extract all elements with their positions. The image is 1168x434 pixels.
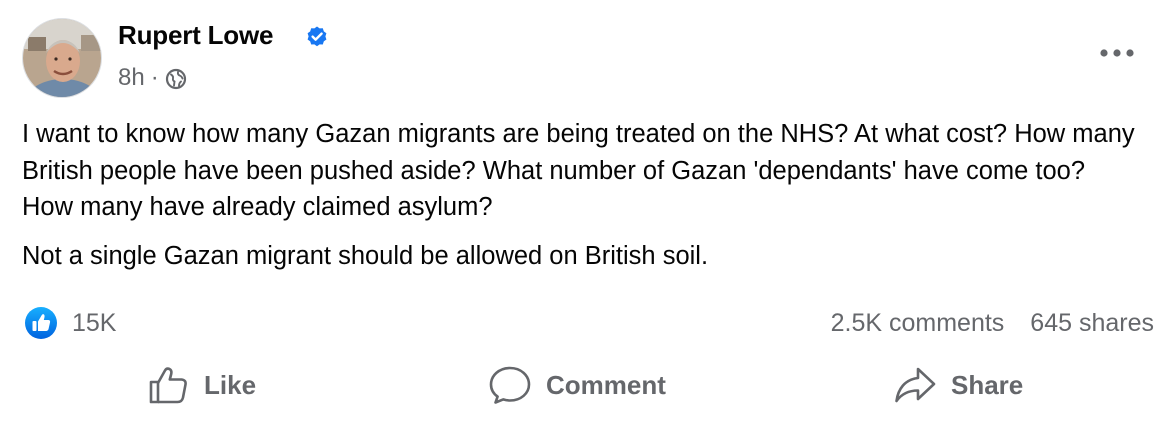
comments-count[interactable]: 2.5K comments [831,309,1005,338]
verified-badge-icon [307,26,327,47]
reactions-summary[interactable]: 15K [24,306,116,340]
share-arrow-icon [895,367,936,403]
avatar[interactable] [22,18,102,98]
share-button-label: Share [951,369,1024,400]
facebook-post: Rupert Lowe 8h · I want to know how many… [0,0,1168,434]
author-name[interactable]: Rupert Lowe [118,20,273,51]
shares-count[interactable]: 645 shares [1030,309,1154,338]
engagement-stats: 2.5K comments 645 shares [831,306,1154,340]
post-body: I want to know how many Gazan migrants a… [22,116,1137,286]
like-reaction-icon [25,307,57,339]
share-button[interactable]: Share [893,352,1023,418]
comment-button-label: Comment [546,369,666,400]
more-options-icon[interactable] [1098,42,1136,64]
action-bar: Like Comment Share [0,352,1168,418]
post-timestamp[interactable]: 8h [118,64,145,92]
globe-icon[interactable] [165,68,187,90]
reaction-count: 15K [72,308,117,337]
like-button[interactable]: Like [148,352,256,418]
post-paragraph: Not a single Gazan migrant should be all… [22,241,709,270]
post-paragraph: I want to know how many Gazan migrants a… [22,120,1135,221]
post-meta: 8h · [118,64,187,92]
comment-bubble-icon [489,366,531,404]
meta-separator: · [150,64,159,91]
avatar-photo [23,19,101,97]
thumbs-up-icon [149,367,187,404]
like-button-label: Like [204,369,257,400]
comment-button[interactable]: Comment [488,352,666,418]
